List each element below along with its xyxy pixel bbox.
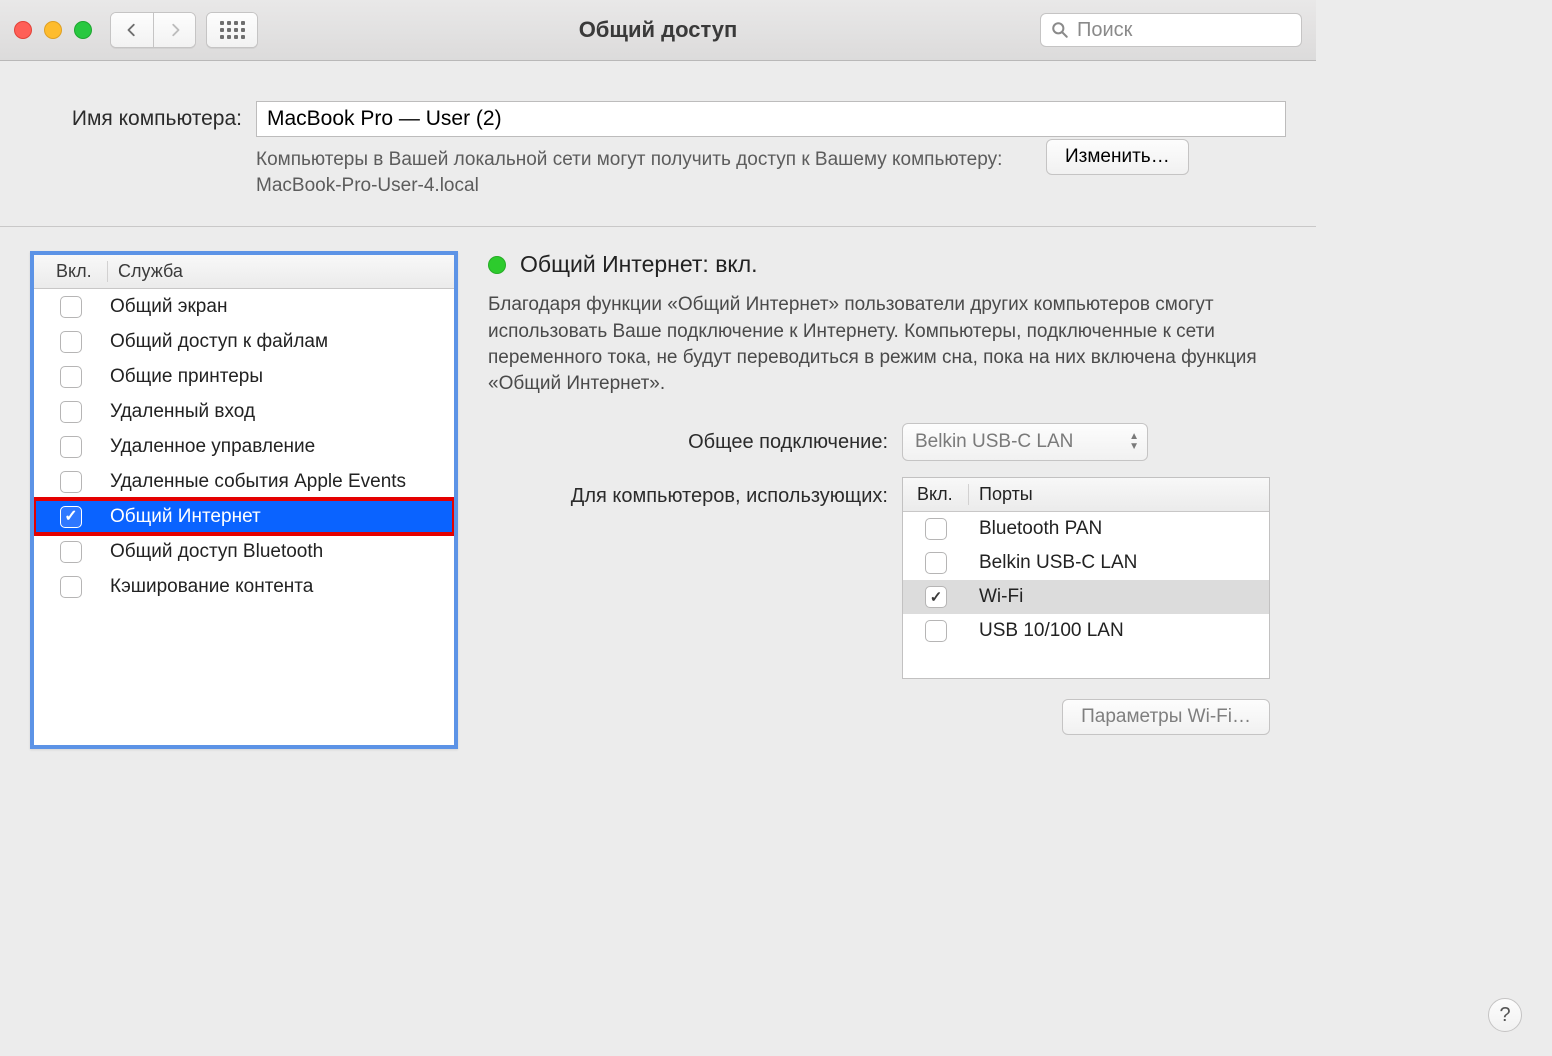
service-row[interactable]: Удаленный вход (34, 394, 454, 429)
service-label: Общий Интернет (108, 506, 261, 528)
service-row[interactable]: Общие принтеры (34, 359, 454, 394)
chevron-left-icon (125, 23, 139, 37)
show-all-button[interactable] (206, 12, 258, 48)
ports-header-on: Вкл. (903, 484, 969, 505)
service-label: Удаленное управление (108, 436, 315, 458)
service-checkbox[interactable] (60, 506, 82, 528)
port-label: Bluetooth PAN (969, 518, 1102, 540)
computer-name-hint: Компьютеры в Вашей локальной сети могут … (256, 147, 1026, 198)
chevron-right-icon (168, 23, 182, 37)
service-label: Общий доступ к файлам (108, 331, 328, 353)
port-row[interactable]: Belkin USB-C LAN (903, 546, 1269, 580)
service-row[interactable]: Общий доступ Bluetooth (34, 534, 454, 569)
port-row[interactable]: ✓ Wi-Fi (903, 580, 1269, 614)
services-header-service: Служба (108, 261, 183, 282)
port-row[interactable]: Bluetooth PAN (903, 512, 1269, 546)
close-window-button[interactable] (14, 21, 32, 39)
service-row[interactable]: Общий Интернет (34, 499, 454, 534)
service-description: Благодаря функции «Общий Интернет» польз… (488, 292, 1286, 397)
service-detail: Общий Интернет: вкл. Благодаря функции «… (488, 251, 1286, 751)
service-label: Удаленный вход (108, 401, 255, 423)
to-computers-label: Для компьютеров, использующих: (488, 477, 888, 509)
port-label: Wi-Fi (969, 586, 1023, 608)
grid-icon (220, 21, 245, 39)
service-checkbox[interactable] (60, 366, 82, 388)
share-from-popup[interactable]: Belkin USB-C LAN ▲▼ (902, 423, 1148, 461)
status-text: Общий Интернет: вкл. (520, 251, 758, 278)
window-controls (14, 21, 92, 39)
service-label: Общий экран (108, 296, 227, 318)
service-checkbox[interactable] (60, 541, 82, 563)
service-row[interactable]: Удаленные события Apple Events (34, 464, 454, 499)
titlebar: Общий доступ Поиск (0, 0, 1316, 61)
service-row[interactable]: Общий экран (34, 289, 454, 324)
share-from-value: Belkin USB-C LAN (915, 431, 1073, 453)
service-checkbox[interactable] (60, 471, 82, 493)
services-table: Вкл. Служба Общий экран Общий доступ к фа… (30, 251, 458, 749)
ports-header-name: Порты (969, 484, 1033, 505)
service-checkbox[interactable] (60, 401, 82, 423)
back-button[interactable] (111, 13, 153, 47)
port-checkbox[interactable] (925, 518, 947, 540)
search-field[interactable]: Поиск (1040, 13, 1302, 47)
service-row[interactable]: Кэширование контента (34, 569, 454, 604)
service-label: Кэширование контента (108, 576, 313, 598)
search-icon (1051, 21, 1069, 39)
service-label: Удаленные события Apple Events (108, 471, 406, 493)
service-row[interactable]: Удаленное управление (34, 429, 454, 464)
help-button[interactable]: ? (1488, 998, 1522, 1032)
port-label: Belkin USB-C LAN (969, 552, 1137, 574)
computer-name-section: Имя компьютера: Компьютеры в Вашей локал… (0, 61, 1316, 227)
search-placeholder: Поиск (1077, 19, 1132, 42)
share-from-label: Общее подключение: (488, 423, 888, 455)
port-label: USB 10/100 LAN (969, 620, 1124, 642)
service-row[interactable]: Общий доступ к файлам (34, 324, 454, 359)
minimize-window-button[interactable] (44, 21, 62, 39)
computer-name-input[interactable] (256, 101, 1286, 137)
forward-button[interactable] (153, 13, 195, 47)
wifi-options-button[interactable]: Параметры Wi-Fi… (1062, 699, 1270, 735)
sharing-body: Вкл. Служба Общий экран Общий доступ к фа… (0, 227, 1316, 775)
computer-name-label: Имя компьютера: (30, 101, 242, 131)
port-checkbox[interactable]: ✓ (925, 586, 947, 608)
zoom-window-button[interactable] (74, 21, 92, 39)
ports-table: Вкл. Порты Bluetooth PAN Belkin USB-C LAN… (902, 477, 1270, 679)
services-header-on: Вкл. (34, 261, 108, 282)
nav-back-forward (110, 12, 196, 48)
service-checkbox[interactable] (60, 331, 82, 353)
service-checkbox[interactable] (60, 576, 82, 598)
port-row[interactable]: USB 10/100 LAN (903, 614, 1269, 648)
ports-header: Вкл. Порты (903, 478, 1269, 512)
service-checkbox[interactable] (60, 296, 82, 318)
updown-icon: ▲▼ (1129, 432, 1139, 452)
status-indicator-icon (488, 256, 506, 274)
service-label: Общий доступ Bluetooth (108, 541, 323, 563)
service-label: Общие принтеры (108, 366, 263, 388)
services-header: Вкл. Служба (34, 255, 454, 289)
port-checkbox[interactable] (925, 552, 947, 574)
edit-name-button[interactable]: Изменить… (1046, 139, 1189, 175)
port-checkbox[interactable] (925, 620, 947, 642)
service-checkbox[interactable] (60, 436, 82, 458)
